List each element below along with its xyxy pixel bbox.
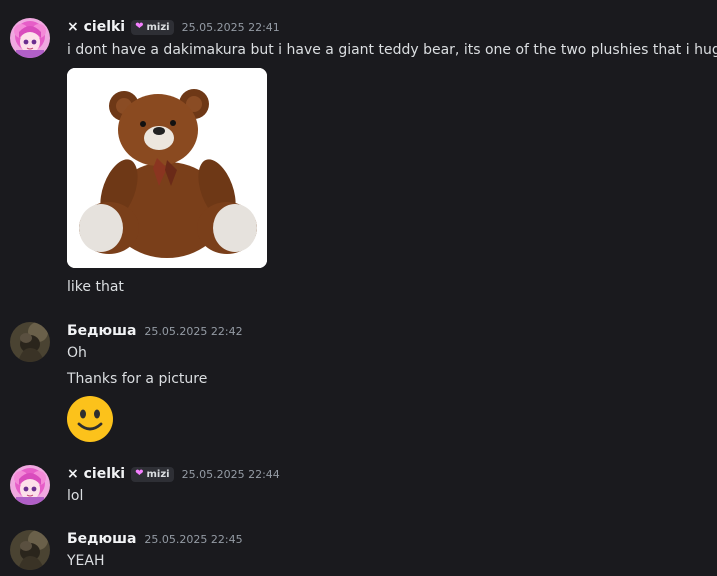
avatar-bedyusha[interactable] bbox=[10, 322, 50, 362]
message-header: Бедюша 25.05.2025 22:42 bbox=[67, 322, 243, 340]
username[interactable]: Бедюша bbox=[67, 323, 136, 339]
message-text: Thanks for a picture bbox=[67, 371, 208, 387]
username[interactable]: × cielki bbox=[67, 466, 125, 482]
user-tag[interactable]: ❤ mizi bbox=[131, 466, 174, 482]
chat-messages: × cielki ❤ mizi 25.05.2025 22:41 i dont h… bbox=[0, 0, 717, 576]
message-text: like that bbox=[67, 279, 124, 295]
message-text: Oh bbox=[67, 345, 87, 361]
username[interactable]: × cielki bbox=[67, 19, 125, 35]
username[interactable]: Бедюша bbox=[67, 531, 136, 547]
teddy-bear-image[interactable] bbox=[67, 68, 267, 268]
avatar-cielki[interactable] bbox=[10, 465, 50, 505]
timestamp: 25.05.2025 22:41 bbox=[181, 20, 280, 34]
timestamp: 25.05.2025 22:42 bbox=[144, 324, 243, 338]
heart-icon: ❤ bbox=[135, 21, 144, 32]
message-text: YEAH bbox=[67, 553, 105, 569]
tag-label: mizi bbox=[146, 21, 170, 33]
message-header: × cielki ❤ mizi 25.05.2025 22:41 bbox=[67, 18, 280, 36]
timestamp: 25.05.2025 22:44 bbox=[181, 467, 280, 481]
heart-icon: ❤ bbox=[135, 468, 144, 479]
message-header: Бедюша 25.05.2025 22:45 bbox=[67, 530, 243, 548]
message-header: × cielki ❤ mizi 25.05.2025 22:44 bbox=[67, 465, 280, 483]
user-tag[interactable]: ❤ mizi bbox=[131, 19, 174, 35]
avatar-cielki[interactable] bbox=[10, 18, 50, 58]
message-text: i dont have a dakimakura but i have a gi… bbox=[67, 42, 717, 58]
slightly-smiling-face-icon[interactable] bbox=[66, 395, 114, 443]
timestamp: 25.05.2025 22:45 bbox=[144, 532, 243, 546]
message-text: lol bbox=[67, 488, 84, 504]
tag-label: mizi bbox=[146, 468, 170, 480]
avatar-bedyusha[interactable] bbox=[10, 530, 50, 570]
